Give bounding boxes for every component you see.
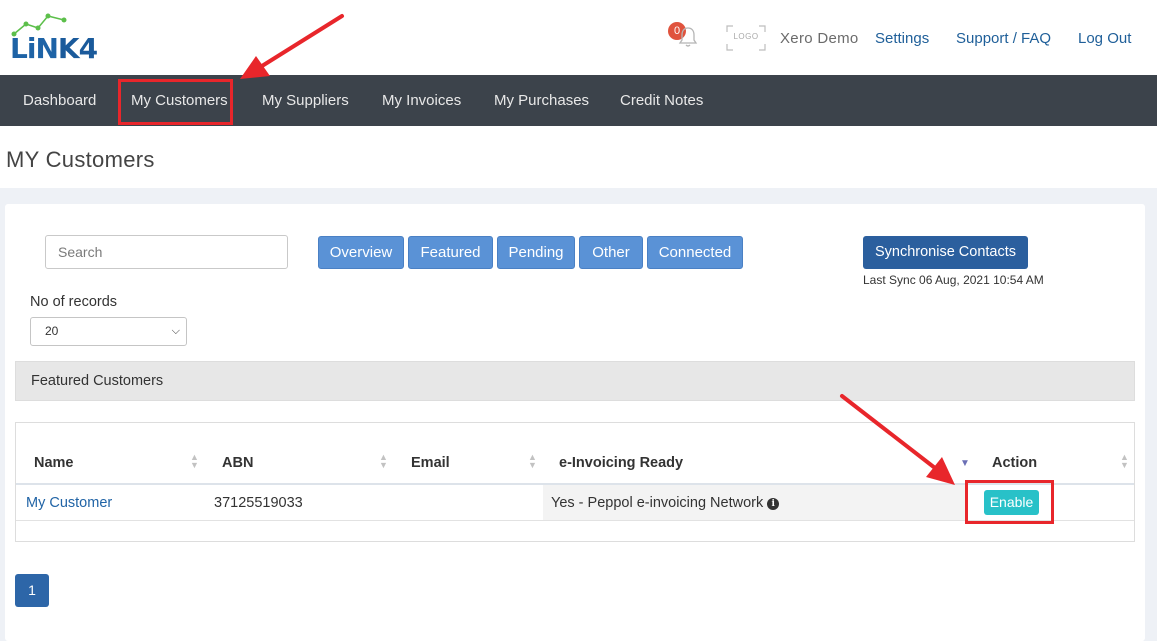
support-faq-link[interactable]: Support / FAQ <box>956 30 1051 47</box>
column-header-email[interactable]: Email <box>411 455 450 471</box>
last-sync-text: Last Sync 06 Aug, 2021 10:54 AM <box>863 273 1044 287</box>
filter-featured-button[interactable]: Featured <box>408 236 493 269</box>
top-header: LiNK4 0 LOGO Xero Demo Settings Support … <box>0 0 1157 75</box>
chevron-down-icon: ⌵ <box>171 325 180 337</box>
info-icon[interactable]: i <box>767 498 780 510</box>
records-label: No of records <box>30 294 118 310</box>
nav-item-my-suppliers[interactable]: My Suppliers <box>262 75 349 126</box>
notification-bell[interactable]: 0 <box>668 22 700 52</box>
sort-icon[interactable]: ▲ ▼ <box>528 453 537 470</box>
nav-item-my-invoices[interactable]: My Invoices <box>382 75 461 126</box>
filter-connected-button[interactable]: Connected <box>647 236 743 269</box>
customer-name-link[interactable]: My Customer <box>26 495 112 511</box>
company-name: Xero Demo <box>780 30 859 47</box>
customer-abn: 37125519033 <box>214 495 303 511</box>
nav-item-my-purchases[interactable]: My Purchases <box>494 75 589 126</box>
settings-link[interactable]: Settings <box>875 30 929 47</box>
column-header-einvoicing-ready[interactable]: e-Invoicing Ready <box>559 455 683 471</box>
company-logo-placeholder: LOGO <box>726 25 766 51</box>
filter-other-button[interactable]: Other <box>579 236 643 269</box>
sort-icon[interactable]: ▲ ▼ <box>190 453 199 470</box>
filter-overview-button[interactable]: Overview <box>318 236 404 269</box>
sort-desc-icon[interactable]: ▼ <box>960 459 970 469</box>
column-header-action: Action <box>992 455 1038 471</box>
title-band <box>0 126 1157 188</box>
column-header-name[interactable]: Name <box>34 455 74 471</box>
sort-icon[interactable]: ▲ ▼ <box>1120 453 1129 470</box>
nav-item-dashboard[interactable]: Dashboard <box>23 75 96 126</box>
synchronise-contacts-button[interactable]: Synchronise Contacts <box>863 236 1028 269</box>
bell-icon <box>678 27 698 47</box>
einvoicing-status-text: Yes - Peppol e-invoicing Network <box>551 495 764 511</box>
column-header-abn[interactable]: ABN <box>222 455 253 471</box>
page-title: MY Customers <box>6 147 155 172</box>
search-input[interactable] <box>45 235 288 269</box>
highlight-box-enable <box>965 480 1054 524</box>
pagination-page-button[interactable]: 1 <box>15 574 49 607</box>
link4-logo[interactable]: LiNK4 <box>8 12 108 66</box>
highlight-box-my-customers <box>118 79 233 125</box>
filter-pending-button[interactable]: Pending <box>497 236 575 269</box>
logout-link[interactable]: Log Out <box>1078 30 1131 47</box>
sort-icon[interactable]: ▲ ▼ <box>379 453 388 470</box>
nav-item-credit-notes[interactable]: Credit Notes <box>620 75 703 126</box>
records-per-page-select[interactable]: 20 ⌵ <box>30 317 187 346</box>
records-select-value: 20 <box>45 324 59 338</box>
featured-customers-header: Featured Customers <box>15 361 1135 401</box>
customer-einvoicing-status: Yes - Peppol e-invoicing Network i <box>551 495 780 511</box>
logo-text: LiNK4 <box>10 32 98 65</box>
section-title: Featured Customers <box>31 373 164 389</box>
logo-placeholder-text: LOGO <box>733 32 759 41</box>
